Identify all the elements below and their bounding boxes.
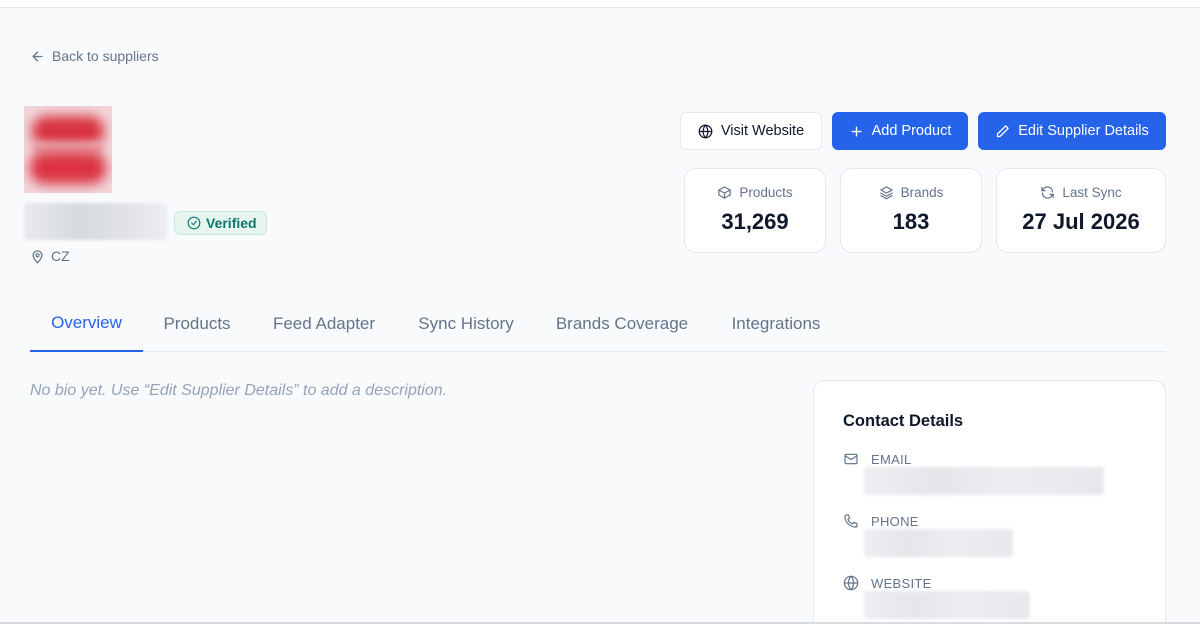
products-stat-label: Products <box>739 185 793 200</box>
layers-icon <box>879 186 893 200</box>
supplier-logo <box>24 106 112 193</box>
package-icon <box>718 186 732 199</box>
visit-website-button[interactable]: Visit Website <box>680 112 822 150</box>
top-bar <box>0 0 1200 8</box>
last-sync-stat-label: Last Sync <box>1062 185 1122 200</box>
country-code: CZ <box>51 248 70 264</box>
supplier-name-redacted <box>24 203 167 240</box>
supplier-tabs: Overview Products Feed Adapter Sync Hist… <box>30 296 1166 352</box>
tab-sync-history[interactable]: Sync History <box>397 296 535 352</box>
arrow-left-icon <box>32 51 43 61</box>
pencil-icon <box>997 124 1009 137</box>
phone-value-redacted <box>864 529 1013 557</box>
bio-placeholder: No bio yet. Use “Edit Supplier Details” … <box>30 382 448 399</box>
phone-label: PHONE <box>871 513 919 529</box>
add-product-button[interactable]: Add Product <box>832 112 968 150</box>
back-link-label: Back to suppliers <box>52 48 159 64</box>
brands-stat-card: Brands 183 <box>840 168 982 253</box>
contact-details-title: Contact Details <box>843 412 964 430</box>
products-stat-value: 31,269 <box>721 209 789 234</box>
check-circle-icon <box>187 216 201 230</box>
map-pin-icon <box>32 249 43 263</box>
visit-website-label: Visit Website <box>720 123 805 139</box>
website-label: WEBSITE <box>871 575 932 591</box>
tab-integrations[interactable]: Integrations <box>709 296 843 352</box>
contact-website-row: WEBSITE <box>843 575 1030 619</box>
back-to-suppliers-link[interactable]: Back to suppliers <box>30 48 159 64</box>
tab-feed-adapter[interactable]: Feed Adapter <box>251 296 397 352</box>
globe-icon <box>698 124 713 138</box>
phone-icon <box>844 514 858 528</box>
add-product-label: Add Product <box>871 123 952 139</box>
tab-products[interactable]: Products <box>143 296 251 352</box>
products-stat-card: Products 31,269 <box>684 168 826 253</box>
website-value-redacted <box>864 591 1030 619</box>
last-sync-stat-value: 27 Jul 2026 <box>1022 209 1140 234</box>
supplier-location: CZ <box>30 248 70 264</box>
mail-icon <box>844 453 858 465</box>
refresh-icon <box>1041 186 1055 199</box>
edit-supplier-label: Edit Supplier Details <box>1018 123 1149 139</box>
tab-brands-coverage[interactable]: Brands Coverage <box>535 296 709 352</box>
tab-overview[interactable]: Overview <box>30 296 143 352</box>
plus-icon <box>851 125 862 137</box>
brands-stat-value: 183 <box>892 209 930 234</box>
verified-badge: Verified <box>174 211 267 235</box>
email-value-redacted <box>864 467 1104 495</box>
contact-email-row: EMAIL <box>843 451 1104 495</box>
globe-icon <box>843 575 859 591</box>
last-sync-stat-card: Last Sync 27 Jul 2026 <box>996 168 1166 253</box>
edit-supplier-details-button[interactable]: Edit Supplier Details <box>978 112 1166 150</box>
contact-details-card: Contact Details EMAIL PHONE WEBSITE <box>813 380 1166 624</box>
verified-label: Verified <box>206 215 257 231</box>
contact-phone-row: PHONE <box>843 513 1013 557</box>
brands-stat-label: Brands <box>900 185 944 200</box>
email-label: EMAIL <box>871 451 912 467</box>
